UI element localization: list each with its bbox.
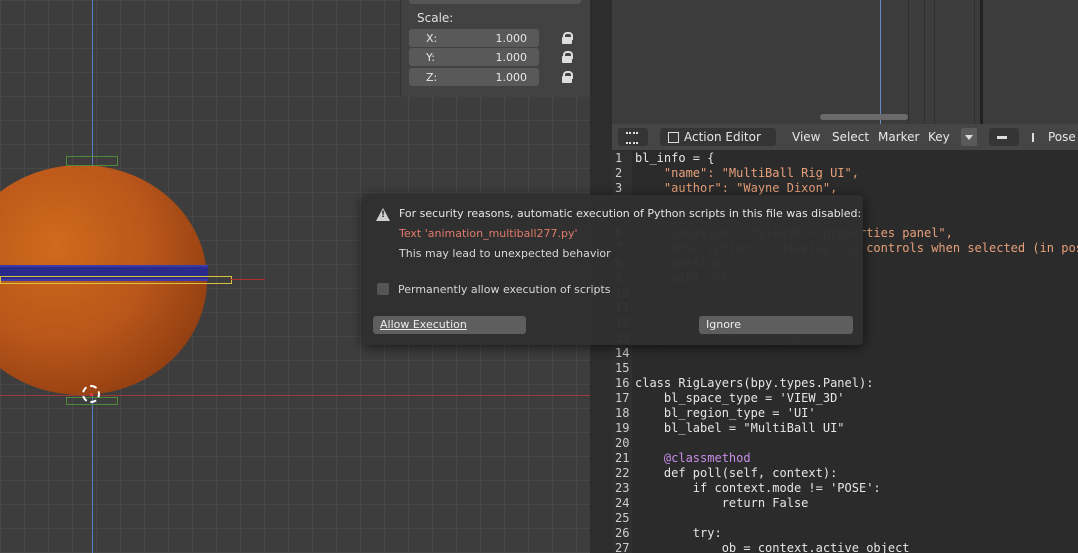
line-number: 17 — [615, 391, 630, 405]
code-line[interactable]: 1 bl_info = { — [612, 151, 1078, 166]
panel-top-field — [409, 0, 581, 4]
line-number: 27 — [615, 541, 630, 553]
scale-x-field[interactable]: X: 1.000 — [409, 29, 539, 47]
3d-cursor-icon[interactable] — [82, 385, 100, 403]
security-message: For security reasons, automatic executio… — [399, 207, 862, 220]
line-number: 3 — [615, 181, 623, 195]
scale-z-field[interactable]: Z: 1.000 — [409, 68, 539, 86]
code-text: bl_label = "MultiBall UI" — [635, 421, 845, 435]
pose-icon — [1032, 133, 1042, 142]
code-line[interactable]: 27 ob = context.active_object — [612, 541, 1078, 553]
pose-mode-label[interactable]: Pose — [1032, 128, 1076, 146]
code-line[interactable]: 26 try: — [612, 526, 1078, 541]
selected-bone-outline[interactable] — [0, 276, 232, 284]
code-line[interactable]: 22 def poll(self, context): — [612, 466, 1078, 481]
pose-tools-dropdown[interactable] — [989, 128, 1019, 146]
line-number: 19 — [615, 421, 630, 435]
line-number: 24 — [615, 496, 630, 510]
line-number: 15 — [615, 361, 630, 375]
permanent-allow-checkbox[interactable] — [377, 283, 389, 295]
code-text: "author": "Wayne Dixon", — [635, 181, 838, 195]
divider-line — [908, 0, 909, 124]
code-text: bl_space_type = 'VIEW_3D' — [635, 391, 845, 405]
menu-key[interactable]: Key — [928, 128, 950, 146]
code-line[interactable]: 21 @classmethod — [612, 451, 1078, 466]
scale-y-field[interactable]: Y: 1.000 — [409, 48, 539, 66]
chevron-down-icon — [965, 135, 973, 140]
line-number: 23 — [615, 481, 630, 495]
code-text: "name": "MultiBall Rig UI", — [635, 166, 859, 180]
warning-icon — [376, 208, 390, 221]
dopesheet-icon — [626, 131, 638, 144]
line-number: 25 — [615, 511, 630, 525]
code-text: ob = context.active_object — [635, 541, 910, 553]
code-text: if context.mode != 'POSE': — [635, 481, 881, 495]
lock-icon[interactable] — [561, 51, 573, 63]
code-line[interactable]: 17 bl_space_type = 'VIEW_3D' — [612, 391, 1078, 406]
code-line[interactable]: 23 if context.mode != 'POSE': — [612, 481, 1078, 496]
lock-icon[interactable] — [561, 71, 573, 83]
bone-top[interactable] — [66, 156, 118, 166]
line-number: 22 — [615, 466, 630, 480]
code-line[interactable]: 19 bl_label = "MultiBall UI" — [612, 421, 1078, 436]
line-number: 2 — [615, 166, 623, 180]
header-collapse-button[interactable] — [961, 128, 977, 146]
code-line[interactable]: 25 — [612, 511, 1078, 526]
line-number: 20 — [615, 436, 630, 450]
ignore-button[interactable]: Ignore — [699, 316, 853, 334]
code-text: def poll(self, context): — [635, 466, 838, 480]
code-line[interactable]: 20 — [612, 436, 1078, 451]
playhead[interactable] — [880, 0, 881, 124]
allow-execution-button[interactable]: Allow Execution — [373, 316, 526, 334]
divider-line — [934, 0, 935, 124]
line-number: 1 — [615, 151, 623, 165]
code-line[interactable]: 15 — [612, 361, 1078, 376]
action-editor-area[interactable] — [612, 0, 1078, 124]
menu-view[interactable]: View — [792, 128, 820, 146]
script-security-dialog: For security reasons, automatic executio… — [363, 195, 863, 345]
divider-line — [974, 0, 975, 124]
code-line[interactable]: 2 "name": "MultiBall Rig UI", — [612, 166, 1078, 181]
mode-dropdown[interactable]: Action Editor — [660, 128, 776, 158]
code-text: class RigLayers(bpy.types.Panel): — [635, 376, 874, 390]
code-line[interactable]: 18 bl_region_type = 'UI' — [612, 406, 1078, 421]
script-file-name: Text 'animation_multiball277.py' — [399, 227, 578, 240]
code-text: bl_info = { — [635, 151, 715, 165]
code-line[interactable]: 14 — [612, 346, 1078, 361]
editor-type-menu[interactable] — [618, 128, 648, 146]
menu-select[interactable]: Select — [832, 128, 869, 146]
area-border — [980, 0, 983, 124]
code-text: return False — [635, 496, 809, 510]
code-line[interactable]: 3 "author": "Wayne Dixon", — [612, 181, 1078, 196]
action-editor-icon — [668, 132, 679, 143]
code-text: @classmethod — [635, 451, 751, 465]
action-editor-header: Action Editor View Select Marker Key Pos… — [612, 124, 1078, 158]
menu-marker[interactable]: Marker — [878, 128, 919, 146]
consequence-message: This may lead to unexpected behavior — [399, 247, 611, 260]
scale-label: Scale: — [417, 11, 454, 25]
line-number: 26 — [615, 526, 630, 540]
line-number: 14 — [615, 346, 630, 360]
line-number: 18 — [615, 406, 630, 420]
transform-properties-panel: Scale: X: 1.000 Y: 1.000 Z: 1.000 — [400, 0, 590, 97]
code-text: bl_region_type = 'UI' — [635, 406, 816, 420]
bone-line — [230, 279, 265, 280]
line-number: 21 — [615, 451, 630, 465]
permanent-allow-label[interactable]: Permanently allow execution of scripts — [398, 283, 611, 296]
line-number: 16 — [615, 376, 630, 390]
divider-line — [924, 0, 925, 124]
bone-icon — [997, 136, 1007, 139]
horizontal-scrollbar[interactable] — [820, 114, 908, 120]
lock-icon[interactable] — [561, 32, 573, 44]
code-line[interactable]: 16 class RigLayers(bpy.types.Panel): — [612, 376, 1078, 391]
code-line[interactable]: 24 return False — [612, 496, 1078, 511]
code-text: try: — [635, 526, 722, 540]
